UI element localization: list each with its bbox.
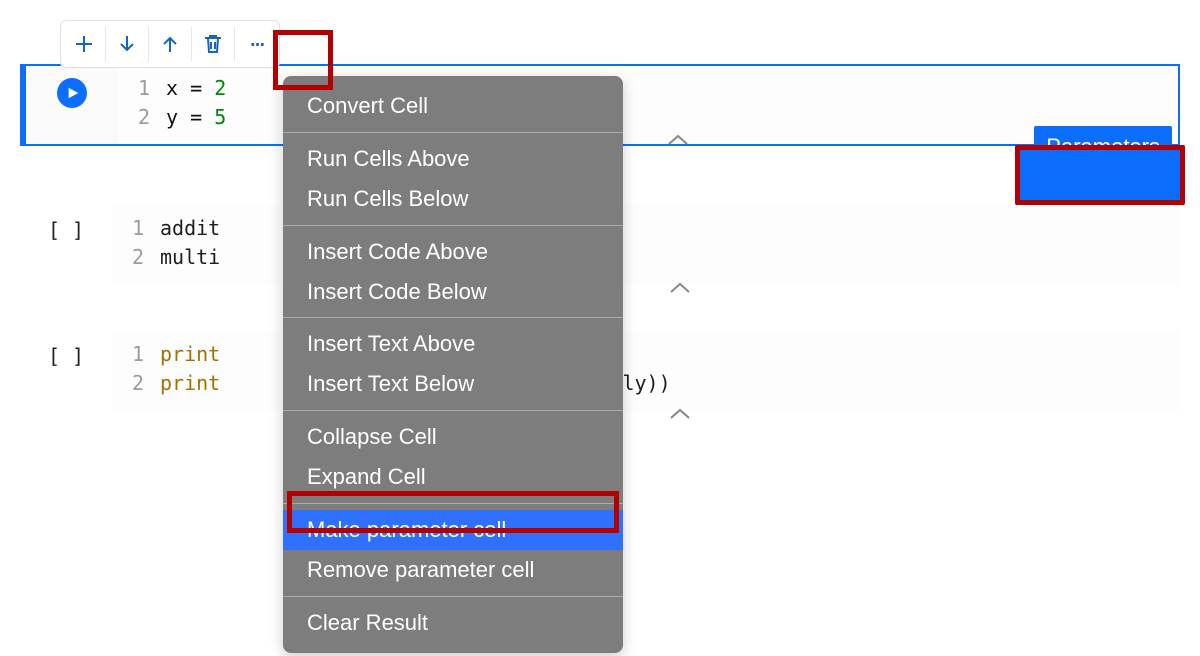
menu-item-make-parameter-cell[interactable]: Make parameter cell xyxy=(283,510,623,550)
parameters-badge: Parameters xyxy=(1034,126,1172,168)
line-number: 1 xyxy=(112,214,160,243)
cell-toolbar: ... xyxy=(60,20,280,68)
move-up-button[interactable] xyxy=(149,23,191,65)
code-text: x = 2 xyxy=(166,74,226,103)
menu-item-clear-result[interactable]: Clear Result xyxy=(283,603,623,643)
menu-separator xyxy=(283,225,623,226)
add-cell-button[interactable] xyxy=(63,23,105,65)
cell-prompt-area: [ ] xyxy=(20,332,112,410)
menu-item-run-cells-below[interactable]: Run Cells Below xyxy=(283,179,623,219)
menu-item-convert-cell[interactable]: Convert Cell xyxy=(283,86,623,126)
ellipsis-icon: ... xyxy=(249,21,263,53)
cell-prompt-area: [ ] xyxy=(20,206,112,284)
menu-item-collapse-cell[interactable]: Collapse Cell xyxy=(283,417,623,457)
line-number: 2 xyxy=(112,243,160,272)
menu-separator xyxy=(283,410,623,411)
code-text: multi xyxy=(160,243,220,272)
menu-item-insert-text-below[interactable]: Insert Text Below xyxy=(283,364,623,404)
menu-item-insert-code-above[interactable]: Insert Code Above xyxy=(283,232,623,272)
more-actions-button[interactable]: ... xyxy=(235,23,277,65)
menu-item-insert-text-above[interactable]: Insert Text Above xyxy=(283,324,623,364)
cell-context-menu: Convert Cell Run Cells Above Run Cells B… xyxy=(283,76,623,653)
menu-item-remove-parameter-cell[interactable]: Remove parameter cell xyxy=(283,550,623,590)
code-editor[interactable]: 1 printon)) 2 printmultiply)) xyxy=(112,332,1180,410)
delete-cell-button[interactable] xyxy=(192,23,234,65)
line-number: 1 xyxy=(118,74,166,103)
menu-item-expand-cell[interactable]: Expand Cell xyxy=(283,457,623,497)
move-down-button[interactable] xyxy=(106,23,148,65)
menu-separator xyxy=(283,132,623,133)
collapse-caret-icon[interactable] xyxy=(660,404,700,424)
execution-prompt: [ ] xyxy=(48,218,84,242)
menu-separator xyxy=(283,596,623,597)
line-number: 2 xyxy=(112,369,160,398)
menu-separator xyxy=(283,317,623,318)
collapse-caret-icon[interactable] xyxy=(660,278,700,298)
code-text: addit xyxy=(160,214,220,243)
line-number: 1 xyxy=(112,340,160,369)
menu-item-insert-code-below[interactable]: Insert Code Below xyxy=(283,272,623,312)
line-number: 2 xyxy=(118,103,166,132)
cell-prompt-area xyxy=(26,66,118,144)
code-editor[interactable]: 1 x = 2 2 y = 5 xyxy=(118,66,1178,144)
code-editor[interactable]: 1 addit 2 multi xyxy=(112,206,1180,284)
execution-prompt: [ ] xyxy=(48,344,84,368)
code-text: y = 5 xyxy=(166,103,226,132)
collapse-caret-icon[interactable] xyxy=(658,130,698,150)
run-cell-button[interactable] xyxy=(57,78,87,108)
menu-separator xyxy=(283,503,623,504)
menu-item-run-cells-above[interactable]: Run Cells Above xyxy=(283,139,623,179)
